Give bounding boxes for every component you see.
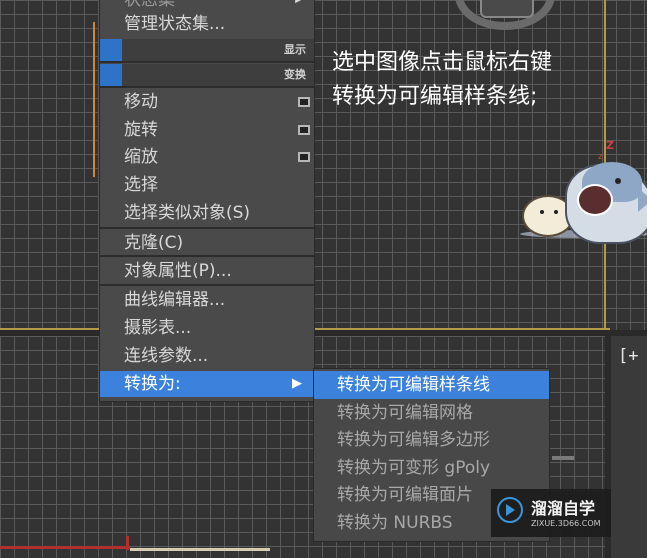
watermark-title: 溜溜自学 xyxy=(531,499,596,518)
quad-header-transform: 变换 xyxy=(100,64,314,86)
quad-header-label: 变换 xyxy=(284,68,306,81)
settings-box-icon[interactable] xyxy=(298,125,310,135)
axis-line xyxy=(130,548,270,551)
menu-item-clone[interactable]: 克隆(C) xyxy=(100,230,314,256)
menu-item-label: 连线参数... xyxy=(124,346,209,366)
menu-separator xyxy=(100,227,314,229)
menu-item-label: 缩放 xyxy=(124,147,158,167)
menu-item-curve-editor[interactable]: 曲线编辑器... xyxy=(100,287,314,313)
menu-item-label: 选择 xyxy=(124,175,158,195)
menu-item-convert-to[interactable]: 转换为: ▶ xyxy=(100,371,314,397)
submenu-item-editable-mesh[interactable]: 转换为可编辑网格 xyxy=(314,399,549,427)
menu-item-label: 状态集 xyxy=(124,0,175,10)
annotation-line-2: 转换为可编辑样条线; xyxy=(332,84,538,109)
menu-separator xyxy=(100,61,314,63)
submenu-item-editable-poly[interactable]: 转换为可编辑多边形 xyxy=(314,426,549,454)
shark-eye xyxy=(615,178,621,184)
submenu-item-label: 转换为可编辑多边形 xyxy=(337,430,490,450)
settings-box-icon[interactable] xyxy=(298,97,310,107)
watermark: 溜溜自学 ZIXUE.3D66.COM xyxy=(491,489,611,537)
menu-item-label: 对象属性(P)... xyxy=(124,261,232,281)
quad-color-block xyxy=(100,39,122,61)
menu-item-label: 选择类似对象(S) xyxy=(124,203,251,223)
instruction-annotation: 选中图像点击鼠标右键 转换为可编辑样条线; xyxy=(332,46,632,114)
play-triangle-icon xyxy=(506,504,515,516)
submenu-item-label: 转换为可变形 gPoly xyxy=(337,458,491,478)
axis-tick xyxy=(552,456,574,460)
quad-color-block xyxy=(100,64,122,86)
menu-item-wire-parameters[interactable]: 连线参数... xyxy=(100,343,314,369)
viewport-label[interactable]: [+ xyxy=(618,346,638,366)
menu-item-object-properties[interactable]: 对象属性(P)... xyxy=(100,258,314,284)
submenu-item-label: 转换为可编辑样条线 xyxy=(337,375,490,395)
settings-box-icon[interactable] xyxy=(298,152,310,162)
menu-item-scale[interactable]: 缩放 xyxy=(100,144,314,170)
menu-separator xyxy=(100,255,314,257)
viewcube-icon[interactable] xyxy=(480,0,534,18)
menu-item-label: 管理状态集... xyxy=(124,14,226,34)
menu-item-label: 转换为: xyxy=(124,374,181,394)
viewport-area[interactable]: [+ 状态集 ▶ 管理状态集... 显示 变换 移动 旋转 缩放 选择 选择类似… xyxy=(0,0,647,558)
submenu-arrow-icon: ▶ xyxy=(292,376,302,391)
menu-item-dope-sheet[interactable]: 摄影表... xyxy=(100,315,314,341)
submenu-item-label: 转换为可编辑网格 xyxy=(337,403,473,423)
menu-item-label: 旋转 xyxy=(124,120,158,140)
shark-fin xyxy=(638,188,647,212)
sleep-z-icon: Z xyxy=(606,139,614,152)
menu-separator xyxy=(100,86,314,88)
watermark-url: ZIXUE.3D66.COM xyxy=(531,519,601,528)
menu-separator xyxy=(100,284,314,286)
submenu-item-editable-spline[interactable]: 转换为可编辑样条线 xyxy=(314,371,549,399)
menu-item-move[interactable]: 移动 xyxy=(100,89,314,115)
menu-item-label: 克隆(C) xyxy=(124,233,184,253)
sleep-z-icon: z xyxy=(598,152,603,162)
menu-item-label: 移动 xyxy=(124,92,158,112)
submenu-item-label: 转换为可编辑面片 xyxy=(337,485,473,505)
annotation-line-1: 选中图像点击鼠标右键 xyxy=(332,50,553,75)
quad-header-display: 显示 xyxy=(100,39,314,61)
right-viewport[interactable] xyxy=(611,336,647,558)
menu-item-manage-state-sets[interactable]: 管理状态集... xyxy=(100,11,314,37)
menu-item-label: 摄影表... xyxy=(124,318,192,338)
menu-item-rotate[interactable]: 旋转 xyxy=(100,117,314,143)
menu-item-select-similar[interactable]: 选择类似对象(S) xyxy=(100,200,314,226)
submenu-item-label: 转换为 NURBS xyxy=(337,513,453,533)
axis-x-line xyxy=(0,546,130,549)
axis-marker xyxy=(126,536,129,550)
menu-item-label: 曲线编辑器... xyxy=(124,290,226,310)
seal-eye xyxy=(554,210,558,214)
quad-header-label: 显示 xyxy=(284,43,306,56)
shark-mouth xyxy=(577,184,613,216)
seal-eye xyxy=(540,210,544,214)
menu-item-select[interactable]: 选择 xyxy=(100,172,314,198)
viewport-divider xyxy=(0,330,647,336)
submenu-item-deformable-gpoly[interactable]: 转换为可变形 gPoly xyxy=(314,454,549,482)
quad-menu: 状态集 ▶ 管理状态集... 显示 变换 移动 旋转 缩放 选择 选择类似对象(… xyxy=(99,0,315,402)
